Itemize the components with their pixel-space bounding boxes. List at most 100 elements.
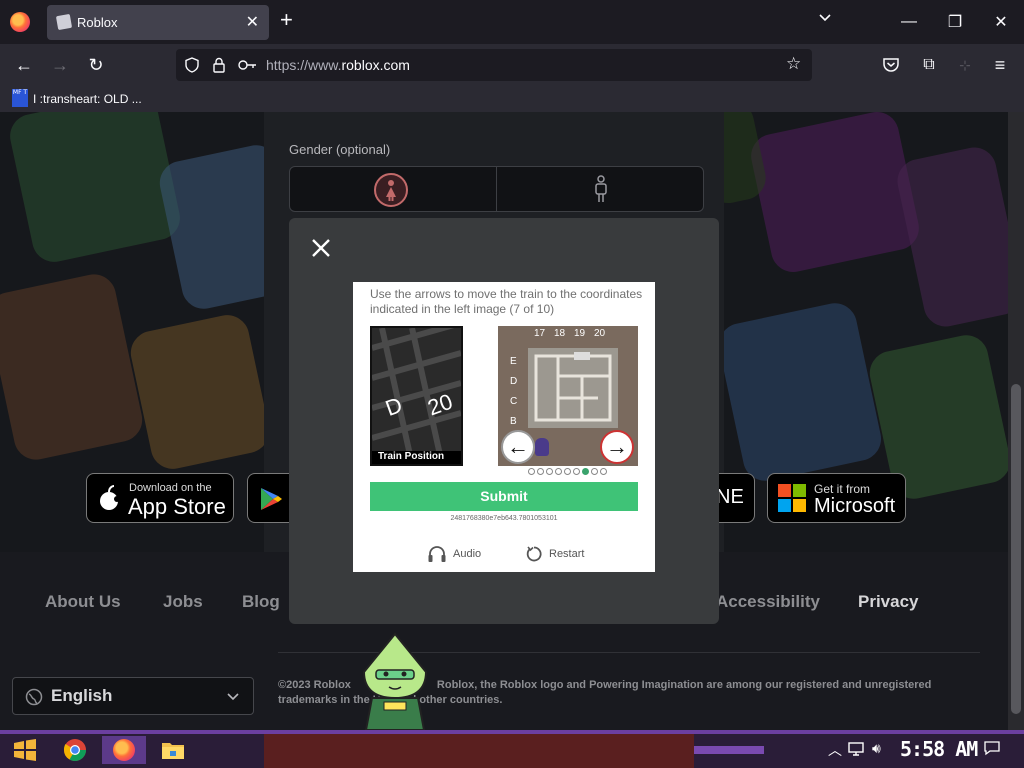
progress-dot	[537, 468, 544, 475]
taskbar-deco	[694, 746, 764, 754]
firefox-menu-icon[interactable]	[10, 12, 30, 32]
progress-dot	[546, 468, 553, 475]
footer-link-about-us[interactable]: About Us	[45, 592, 121, 612]
progress-dot	[582, 468, 589, 475]
footer-link-privacy[interactable]: Privacy	[858, 592, 919, 612]
footer-link-jobs[interactable]: Jobs	[163, 592, 203, 612]
right-arrow-button[interactable]: →	[600, 430, 634, 464]
female-gender-button[interactable]	[374, 173, 408, 207]
train-position-caption: Train Position	[372, 451, 461, 464]
taskbar-clock[interactable]: 5:58 AM	[900, 737, 978, 761]
google-play-button[interactable]	[247, 473, 291, 523]
captcha-instruction: Use the arrows to move the train to the …	[370, 287, 643, 316]
grid-row-label: C	[510, 396, 518, 407]
restore-button[interactable]: ❐	[932, 0, 978, 44]
language-selector[interactable]: English	[12, 677, 254, 715]
restart-icon	[526, 546, 542, 562]
lock-icon[interactable]	[212, 57, 226, 73]
app-store-title: App Store	[128, 494, 226, 519]
tab-roblox[interactable]: Roblox ✕	[47, 5, 269, 40]
tab-bar: Roblox ✕ + — ❐ ✕	[0, 0, 1024, 44]
train-grid-image: 17 18 19 20 E D C B ← →	[498, 326, 638, 466]
show-hidden-icons-chevron[interactable]: ︿	[828, 740, 842, 760]
key-icon[interactable]	[238, 58, 258, 72]
audio-label: Audio	[453, 548, 482, 560]
captcha-challenge: Use the arrows to move the train to the …	[353, 282, 655, 572]
url-text[interactable]: https://www.roblox.com	[266, 57, 410, 73]
grid-row-label: D	[510, 376, 518, 387]
left-arrow-button[interactable]: ←	[501, 430, 535, 464]
close-window-button[interactable]: ✕	[978, 0, 1024, 44]
challenge-progress	[528, 468, 607, 475]
progress-dot	[591, 468, 598, 475]
progress-dot	[555, 468, 562, 475]
female-icon	[386, 180, 396, 201]
submit-button[interactable]: Submit	[370, 482, 638, 511]
progress-dot	[600, 468, 607, 475]
male-icon[interactable]	[593, 175, 609, 203]
forward-arrow-icon[interactable]: →	[48, 53, 72, 77]
app-store-button[interactable]: Download on the App Store	[86, 473, 234, 523]
back-arrow-icon[interactable]: ←	[12, 53, 36, 77]
roblox-favicon-icon	[55, 13, 73, 31]
file-explorer-icon[interactable]	[158, 736, 188, 764]
language-label: English	[51, 686, 113, 705]
restart-label: Restart	[549, 548, 585, 560]
windows-taskbar: ︿ 🔊︎ 5:58 AM	[0, 730, 1024, 768]
extensions-icon[interactable]: ⧉	[917, 53, 941, 77]
grid-row-label: E	[510, 356, 517, 367]
bookmark-favicon-icon: MF T	[12, 89, 28, 107]
network-icon[interactable]	[848, 741, 864, 757]
hand-pointer-icon	[535, 438, 549, 456]
headphones-icon	[428, 546, 446, 562]
restart-challenge-button[interactable]: Restart	[525, 545, 584, 563]
progress-dot	[564, 468, 571, 475]
desktop-mascot-character	[362, 632, 428, 730]
gender-divider	[496, 167, 497, 211]
footer-link-accessibility[interactable]: Accessibility	[716, 592, 820, 612]
close-icon[interactable]	[311, 238, 331, 258]
microsoft-logo-icon	[778, 484, 806, 512]
start-icon[interactable]	[10, 736, 40, 764]
taskbar-wallpaper-art	[264, 734, 694, 768]
progress-dot	[573, 468, 580, 475]
taskbar-accent-stripe	[0, 730, 1024, 734]
volume-icon[interactable]: 🔊︎	[872, 740, 881, 757]
new-tab-button[interactable]: +	[280, 9, 293, 31]
grid-col-label: 18	[554, 328, 566, 339]
navigation-toolbar: ← → ↻ https://www.roblox.com ☆ ⧉ ⊹ ≡	[0, 44, 1024, 86]
footer-link-blog[interactable]: Blog	[242, 592, 280, 612]
bookmarks-toolbar: MF T I :transheart: OLD ...	[0, 86, 1024, 112]
shield-icon[interactable]	[184, 57, 200, 73]
audio-challenge-button[interactable]: Audio	[427, 545, 481, 563]
hamburger-menu-icon[interactable]: ≡	[988, 53, 1012, 77]
session-id: 2481768380e7eb643.7801053101	[450, 515, 558, 522]
notifications-icon[interactable]	[984, 740, 1000, 756]
bookmark-item[interactable]: I :transheart: OLD ...	[33, 92, 142, 106]
list-all-tabs-icon[interactable]	[818, 11, 832, 25]
gender-label: Gender (optional)	[289, 142, 391, 157]
chevron-down-icon	[227, 693, 239, 701]
address-bar[interactable]: https://www.roblox.com ☆	[176, 49, 812, 81]
extension-disabled-icon[interactable]: ⊹	[953, 53, 977, 77]
target-position-image: D 20 Train Position	[370, 326, 463, 466]
scrollbar-thumb[interactable]	[1011, 384, 1021, 714]
microsoft-title: Microsoft	[814, 495, 896, 517]
store-partial-label: NE	[716, 486, 744, 508]
chrome-icon[interactable]	[60, 736, 90, 764]
minimize-button[interactable]: —	[886, 0, 932, 44]
google-play-icon	[261, 488, 282, 510]
firefox-icon[interactable]	[102, 736, 146, 764]
grid-col-label: 20	[594, 328, 606, 339]
microsoft-caption: Get it from	[814, 482, 871, 496]
grid-col-label: 17	[534, 328, 546, 339]
page-scrollbar[interactable]	[1008, 112, 1024, 730]
microsoft-store-button[interactable]: Get it from Microsoft	[767, 473, 906, 523]
grid-col-label: 19	[574, 328, 586, 339]
tab-close-icon[interactable]: ✕	[246, 12, 259, 32]
bookmark-star-icon[interactable]: ☆	[786, 54, 801, 74]
tab-title: Roblox	[77, 15, 118, 30]
progress-dot	[528, 468, 535, 475]
pocket-icon[interactable]	[882, 56, 900, 74]
reload-icon[interactable]: ↻	[84, 53, 108, 77]
